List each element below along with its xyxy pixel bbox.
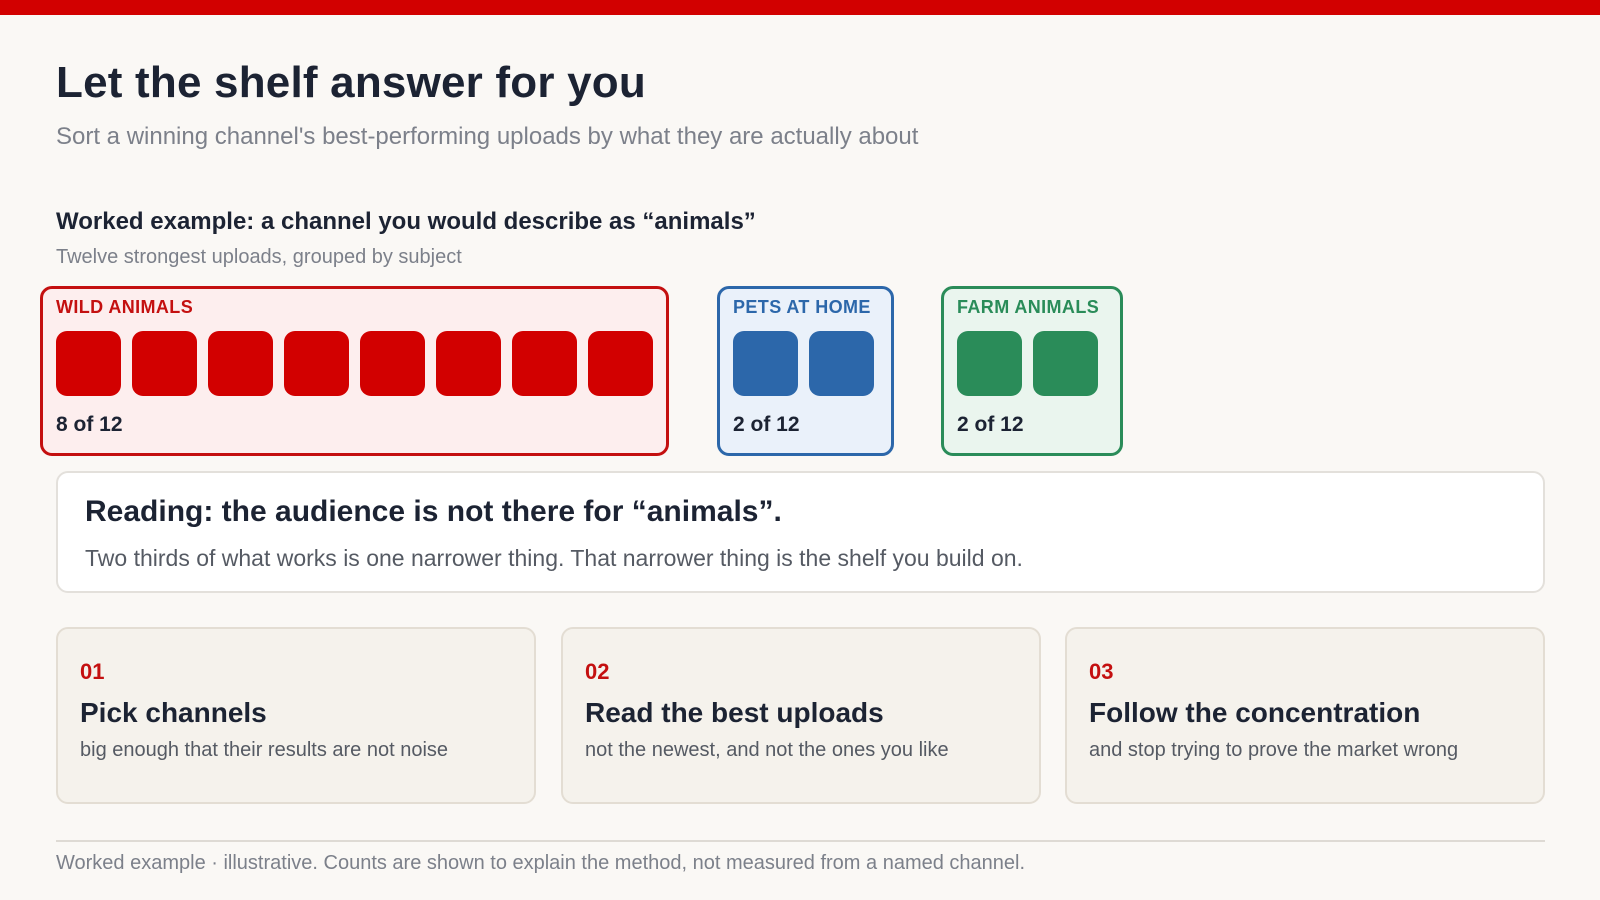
group-count: 8 of 12 <box>56 413 123 436</box>
upload-tile <box>56 331 121 396</box>
reading-callout: Reading: the audience is not there for “… <box>56 471 1545 593</box>
group-count: 2 of 12 <box>957 413 1024 436</box>
group-pets-at-home: PETS AT HOME 2 of 12 <box>717 286 894 456</box>
step-title: Read the best uploads <box>585 697 884 728</box>
step-card-1: 01 Pick channels big enough that their r… <box>56 627 536 804</box>
step-title: Pick channels <box>80 697 267 728</box>
upload-tiles <box>56 331 653 396</box>
step-title: Follow the concentration <box>1089 697 1421 728</box>
upload-tile <box>588 331 653 396</box>
upload-tile <box>436 331 501 396</box>
reading-title: Reading: the audience is not there for “… <box>85 495 782 528</box>
upload-tile <box>360 331 425 396</box>
footer-divider <box>56 840 1545 842</box>
page-subtitle: Sort a winning channel's best-performing… <box>56 123 919 150</box>
group-label: FARM ANIMALS <box>957 297 1100 317</box>
step-number: 02 <box>585 659 610 684</box>
upload-tile <box>512 331 577 396</box>
group-label: WILD ANIMALS <box>56 297 194 317</box>
upload-tiles <box>957 331 1098 396</box>
group-wild-animals: WILD ANIMALS 8 of 12 <box>40 286 669 456</box>
upload-tile <box>733 331 798 396</box>
page-title: Let the shelf answer for you <box>56 58 646 107</box>
upload-tile <box>284 331 349 396</box>
upload-tile <box>208 331 273 396</box>
group-farm-animals: FARM ANIMALS 2 of 12 <box>941 286 1123 456</box>
step-body: big enough that their results are not no… <box>80 739 449 761</box>
group-label: PETS AT HOME <box>733 297 871 317</box>
upload-tile <box>1033 331 1098 396</box>
step-card-3: 03 Follow the concentration and stop try… <box>1065 627 1545 804</box>
step-number: 03 <box>1089 659 1114 684</box>
step-card-2: 02 Read the best uploads not the newest,… <box>561 627 1041 804</box>
upload-tile <box>132 331 197 396</box>
footnote: Worked example · illustrative. Counts ar… <box>56 852 1026 874</box>
step-number: 01 <box>80 659 105 684</box>
step-body: not the newest, and not the ones you lik… <box>585 739 949 761</box>
step-body: and stop trying to prove the market wron… <box>1089 739 1459 761</box>
upload-tiles <box>733 331 874 396</box>
group-count: 2 of 12 <box>733 413 800 436</box>
example-subtitle: Twelve strongest uploads, grouped by sub… <box>56 246 462 268</box>
reading-body: Two thirds of what works is one narrower… <box>85 545 1023 571</box>
example-title: Worked example: a channel you would desc… <box>56 208 756 235</box>
top-accent-bar <box>0 0 1600 15</box>
upload-tile <box>957 331 1022 396</box>
upload-tile <box>809 331 874 396</box>
